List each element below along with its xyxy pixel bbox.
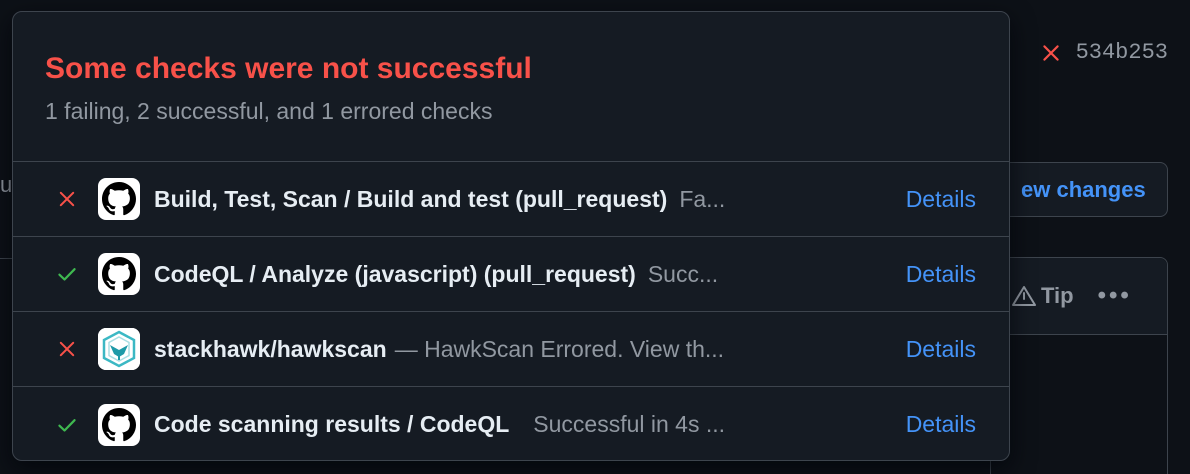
checks-title: Some checks were not successful bbox=[45, 52, 532, 85]
details-link[interactable]: Details bbox=[906, 336, 976, 363]
check-name: CodeQL / Analyze (javascript) (pull_requ… bbox=[154, 260, 636, 287]
x-icon bbox=[59, 341, 75, 357]
check-row[interactable]: Code scanning results / CodeQL Successfu… bbox=[13, 387, 1009, 460]
checks-summary: 1 failing, 2 successful, and 1 errored c… bbox=[45, 98, 493, 124]
tip-label: Tip bbox=[1041, 283, 1074, 308]
alert-icon bbox=[1012, 286, 1036, 306]
details-link[interactable]: Details bbox=[906, 186, 976, 213]
check-description: — HawkScan Errored. View th... bbox=[394, 335, 725, 362]
checks-popover: Some checks were not successful 1 failin… bbox=[12, 11, 1010, 461]
commit-sha[interactable]: 534b253 bbox=[1076, 40, 1168, 65]
commit-status[interactable]: 534b253 bbox=[1040, 40, 1168, 65]
check-name: Code scanning results / CodeQL bbox=[154, 411, 510, 437]
x-icon bbox=[1042, 44, 1059, 61]
view-changes-label: ew changes bbox=[1021, 176, 1146, 202]
check-icon bbox=[58, 268, 76, 281]
comment-panel: Tip ••• bbox=[990, 257, 1168, 474]
check-description: Successful in 4s ... bbox=[533, 411, 726, 437]
github-icon bbox=[98, 178, 140, 220]
check-row[interactable]: CodeQL / Analyze (javascript) (pull_requ… bbox=[13, 237, 1009, 312]
details-link[interactable]: Details bbox=[906, 261, 976, 288]
stackhawk-icon bbox=[98, 328, 140, 370]
popover-header: Some checks were not successful 1 failin… bbox=[13, 12, 1009, 162]
check-icon bbox=[58, 418, 76, 432]
check-name: Build, Test, Scan / Build and test (pull… bbox=[154, 185, 668, 212]
panel-header: Tip ••• bbox=[991, 258, 1167, 335]
view-changes-button[interactable]: ew changes bbox=[990, 162, 1168, 217]
more-options-icon[interactable]: ••• bbox=[1098, 282, 1132, 310]
x-icon bbox=[59, 191, 75, 207]
tip-button[interactable]: Tip bbox=[1011, 283, 1074, 309]
divider bbox=[0, 258, 12, 259]
details-link[interactable]: Details bbox=[906, 411, 976, 438]
github-icon bbox=[98, 253, 140, 295]
check-name: stackhawk/hawkscan bbox=[154, 335, 387, 362]
check-description: Succ... bbox=[647, 260, 719, 287]
check-row[interactable]: stackhawk/hawkscan — HawkScan Errored. V… bbox=[13, 312, 1009, 387]
github-icon bbox=[98, 403, 140, 446]
check-row[interactable]: Build, Test, Scan / Build and test (pull… bbox=[13, 162, 1009, 237]
check-description: Fa... bbox=[679, 185, 726, 212]
background-text-fragment: u bbox=[0, 172, 13, 197]
